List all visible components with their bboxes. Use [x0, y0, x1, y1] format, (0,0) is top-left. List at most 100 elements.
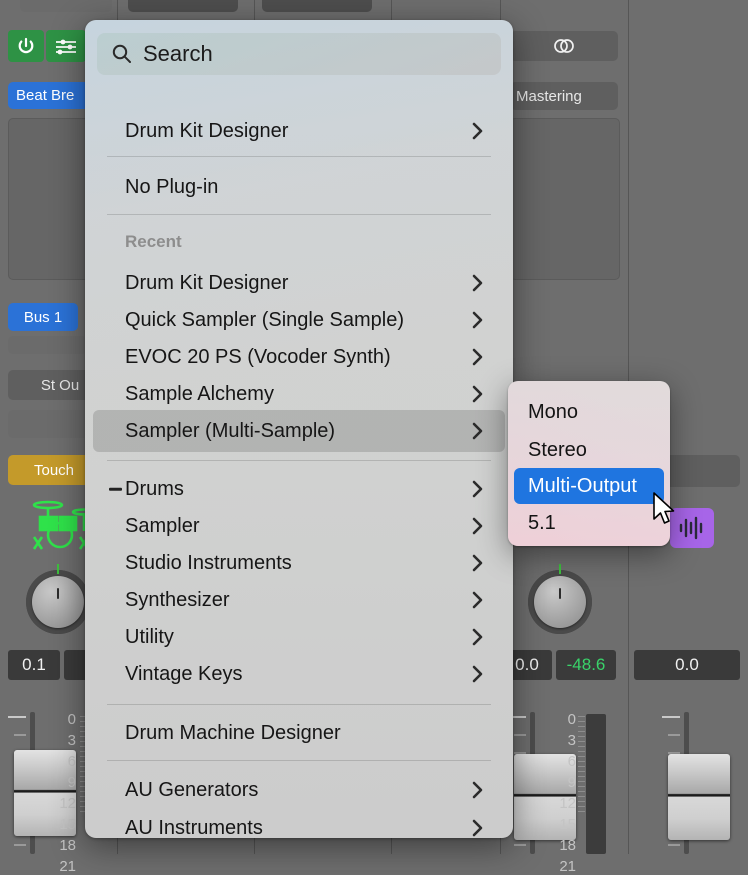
level-meter	[586, 714, 606, 854]
fader-scale-left: 03 69 1215 1821	[52, 712, 76, 874]
section-label-recent: Recent	[125, 232, 182, 252]
chevron-right-icon	[471, 664, 485, 684]
menu-item-label: Synthesizer	[93, 589, 230, 612]
submenu-item-mono[interactable]: Mono	[514, 394, 664, 430]
menu-item-label: Drum Kit Designer	[93, 272, 288, 295]
level-value-field[interactable]: -48.6	[556, 650, 616, 680]
fader-tick	[8, 716, 26, 718]
chevron-right-icon	[471, 516, 485, 536]
menu-item-sampler-multi-sample[interactable]: Sampler (Multi-Sample)	[93, 410, 505, 452]
fader-tick	[668, 844, 680, 846]
search-placeholder: Search	[143, 41, 213, 67]
knob-top-marker	[57, 564, 59, 574]
insert-slot-top[interactable]	[128, 0, 238, 12]
knob-indicator	[559, 588, 561, 599]
menu-item-drums[interactable]: Drums	[93, 468, 505, 510]
stereo-link-button[interactable]	[510, 31, 618, 61]
menu-item-label: Sample Alchemy	[93, 383, 274, 406]
chevron-right-icon	[471, 818, 485, 838]
menu-item-label: Studio Instruments	[93, 552, 292, 575]
fader-tick	[514, 734, 526, 736]
minus-icon	[109, 488, 122, 491]
search-field[interactable]: Search	[97, 33, 501, 75]
send-slot-bus1[interactable]: Bus 1	[8, 303, 78, 331]
chevron-right-icon	[471, 421, 485, 441]
chevron-right-icon	[471, 273, 485, 293]
plugin-selection-menu[interactable]: Search Drum Kit Designer No Plug-in Rece…	[85, 20, 513, 838]
menu-item-quick-sampler[interactable]: Quick Sampler (Single Sample)	[93, 299, 505, 341]
pan-knob[interactable]	[22, 566, 94, 638]
chevron-right-icon	[471, 553, 485, 573]
menu-item-label: Drums	[93, 478, 184, 501]
chevron-right-icon	[471, 310, 485, 330]
menu-item-drum-kit-designer[interactable]: Drum Kit Designer	[93, 110, 505, 152]
menu-item-label: AU Generators	[93, 779, 258, 802]
menu-item-label: No Plug-in	[93, 176, 218, 199]
fader-scale-center: 03 69 1215 1821	[552, 712, 576, 874]
menu-item-drum-machine-designer[interactable]: Drum Machine Designer	[93, 712, 505, 754]
menu-item-label: Utility	[93, 626, 174, 649]
search-icon	[111, 43, 133, 65]
send-slot-empty[interactable]	[8, 336, 86, 354]
fader-tick	[662, 716, 680, 718]
menu-item-no-plugin[interactable]: No Plug-in	[93, 166, 505, 208]
menu-item-evoc-20-ps[interactable]: EVOC 20 PS (Vocoder Synth)	[93, 336, 505, 378]
stereo-link-icon	[550, 38, 578, 54]
menu-item-synthesizer[interactable]: Synthesizer	[93, 579, 505, 621]
knob-body	[32, 576, 84, 628]
audio-waveform-icon	[677, 515, 707, 541]
submenu-item-multi-output[interactable]: Multi-Output	[514, 468, 664, 504]
menu-item-label: Drum Machine Designer	[93, 722, 341, 745]
submenu-item-label: Multi-Output	[514, 475, 637, 498]
chevron-right-icon	[471, 479, 485, 499]
menu-item-au-instruments[interactable]: AU Instruments	[93, 807, 505, 838]
menu-separator	[107, 760, 491, 761]
submenu-item-label: 5.1	[514, 512, 556, 535]
bus-slot-mastering[interactable]: Mastering	[510, 82, 618, 110]
fader-tick	[514, 844, 526, 846]
insert-slot-top[interactable]	[262, 0, 372, 12]
insert-area[interactable]	[510, 118, 620, 280]
power-icon	[16, 36, 36, 56]
menu-item-au-generators[interactable]: AU Generators	[93, 769, 505, 811]
knob-top-marker	[559, 564, 561, 574]
meter-ticks	[578, 716, 585, 816]
chevron-right-icon	[471, 384, 485, 404]
menu-item-utility[interactable]: Utility	[93, 616, 505, 658]
chevron-right-icon	[471, 590, 485, 610]
knob-indicator	[57, 588, 59, 599]
volume-fader[interactable]	[668, 754, 730, 840]
menu-item-label: EVOC 20 PS (Vocoder Synth)	[93, 346, 391, 369]
menu-separator	[107, 156, 491, 157]
menu-item-label: Vintage Keys	[93, 663, 243, 686]
channel-eq-icon	[53, 36, 79, 56]
menu-item-label: Sampler (Multi-Sample)	[93, 420, 335, 443]
submenu-item-stereo[interactable]: Stereo	[514, 432, 664, 468]
pan-knob[interactable]	[524, 566, 596, 638]
menu-item-sample-alchemy[interactable]: Sample Alchemy	[93, 373, 505, 415]
menu-item-label: Sampler	[93, 515, 199, 538]
menu-item-recent-drum-kit-designer[interactable]: Drum Kit Designer	[93, 262, 505, 304]
menu-item-studio-instruments[interactable]: Studio Instruments	[93, 542, 505, 584]
menu-item-sampler[interactable]: Sampler	[93, 505, 505, 547]
chevron-right-icon	[471, 347, 485, 367]
chevron-right-icon	[471, 627, 485, 647]
menu-separator	[107, 214, 491, 215]
pan-value-field[interactable]: 0.1	[8, 650, 60, 680]
output-format-submenu[interactable]: Mono Stereo Multi-Output 5.1	[508, 381, 670, 546]
insert-slot-top[interactable]	[20, 0, 112, 12]
menu-item-label: AU Instruments	[93, 817, 263, 839]
power-button[interactable]	[8, 30, 44, 62]
submenu-item-5-1[interactable]: 5.1	[514, 505, 664, 541]
fader-tick	[14, 844, 26, 846]
track-icon-button[interactable]	[670, 508, 714, 548]
menu-separator	[107, 460, 491, 461]
submenu-item-label: Mono	[514, 401, 578, 424]
pan-value-field[interactable]: 0.0	[634, 650, 740, 680]
chevron-right-icon	[471, 121, 485, 141]
menu-item-label: Drum Kit Designer	[93, 120, 288, 143]
menu-item-vintage-keys[interactable]: Vintage Keys	[93, 653, 505, 695]
submenu-item-label: Stereo	[514, 439, 587, 462]
chevron-right-icon	[471, 780, 485, 800]
channel-eq-button[interactable]	[46, 30, 86, 62]
